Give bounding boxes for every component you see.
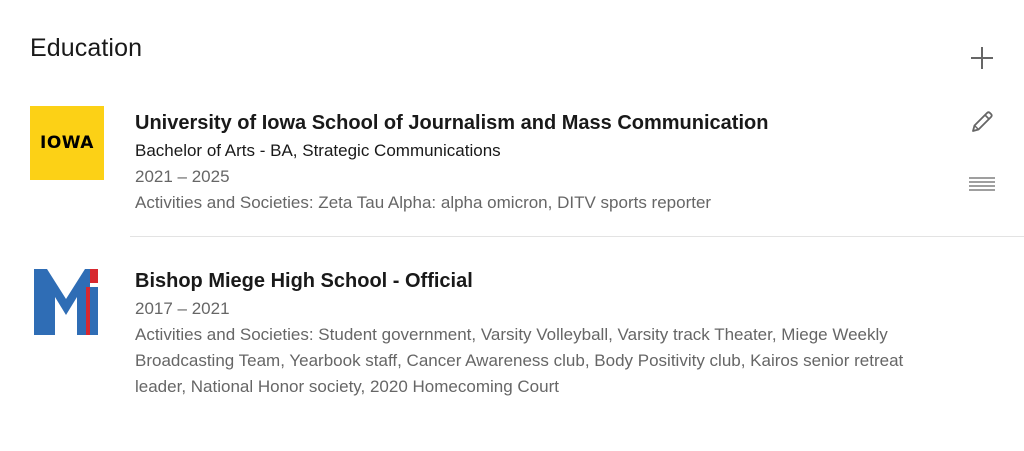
edit-education-button[interactable] xyxy=(964,104,1000,140)
school-logo-iowa[interactable]: IOWA xyxy=(30,106,104,180)
entry-details: Bishop Miege High School - Official 2017… xyxy=(135,268,955,400)
activities-text: Activities and Societies: Zeta Tau Alpha… xyxy=(135,193,712,212)
logo-text: IOWA xyxy=(40,133,94,153)
date-range: 2021 – 2025 xyxy=(135,167,230,186)
activities-text: Activities and Societies: Student govern… xyxy=(135,325,904,396)
entry-details: University of Iowa School of Journalism … xyxy=(135,110,955,216)
section-title: Education xyxy=(30,34,143,62)
date-range: 2017 – 2021 xyxy=(135,299,230,318)
pencil-icon xyxy=(972,111,993,132)
plus-icon xyxy=(971,47,993,69)
reorder-education-button[interactable] xyxy=(964,166,1000,202)
drag-handle-icon xyxy=(969,177,995,191)
add-education-button[interactable] xyxy=(964,40,1000,76)
mi-logo-icon xyxy=(34,269,98,335)
school-logo-miege[interactable] xyxy=(30,263,104,337)
degree: Bachelor of Arts - BA, Strategic Communi… xyxy=(135,141,501,160)
school-name[interactable]: University of Iowa School of Journalism … xyxy=(135,110,955,136)
school-name[interactable]: Bishop Miege High School - Official xyxy=(135,268,955,294)
divider xyxy=(130,236,1024,237)
